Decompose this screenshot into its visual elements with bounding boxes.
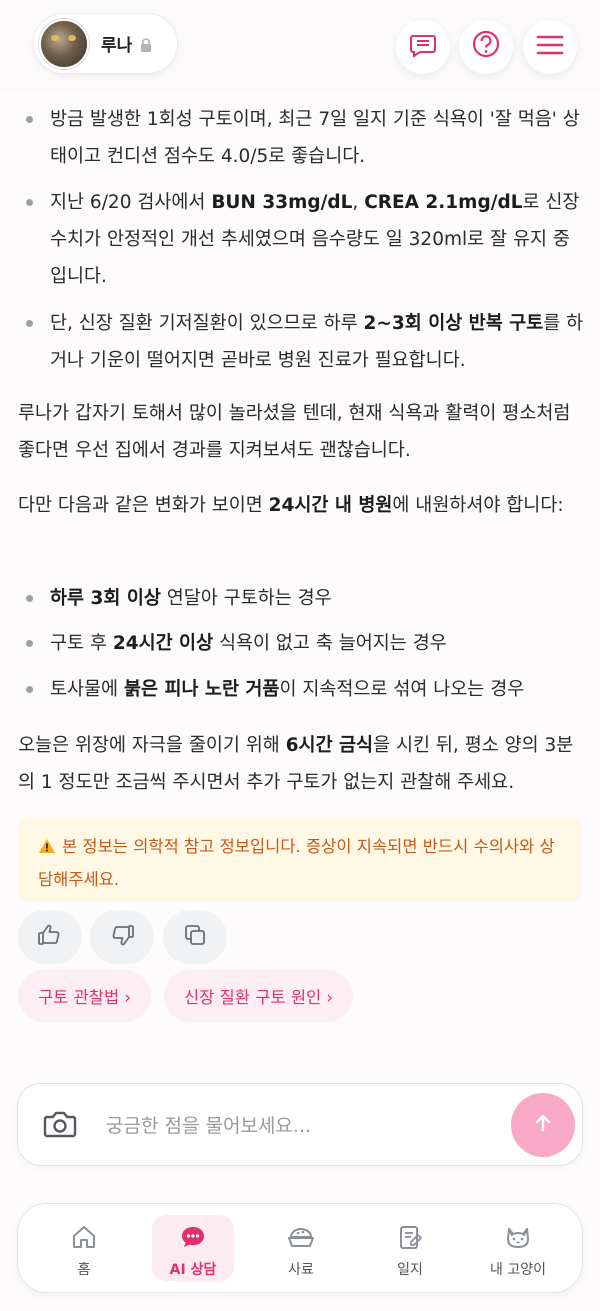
nav-ai-chat[interactable]: AI 상담 xyxy=(152,1215,234,1281)
arrow-up-icon xyxy=(532,1112,554,1138)
help-button[interactable] xyxy=(459,20,513,74)
nav-label: 사료 xyxy=(288,1262,314,1278)
thumbs-down-icon xyxy=(109,923,135,951)
medical-disclaimer: 본 정보는 의학적 참고 정보입니다. 증상이 지속되면 반드시 수의사와 상담… xyxy=(18,817,582,902)
chat-list-icon xyxy=(408,30,438,64)
menu-button[interactable] xyxy=(523,20,577,74)
avatar xyxy=(39,18,89,69)
warning-icon xyxy=(38,833,56,864)
nav-label: 일지 xyxy=(397,1262,423,1278)
nav-food[interactable]: 사료 xyxy=(260,1215,342,1281)
chat-input[interactable] xyxy=(106,1106,486,1146)
nav-label: AI 상담 xyxy=(169,1262,217,1278)
list-item: 방금 발생한 1회성 구토이며, 최근 7일 일지 기준 식욕이 '잘 먹음' … xyxy=(26,101,585,175)
copy-icon xyxy=(183,923,207,951)
list-item: 지난 6/20 검사에서 BUN 33mg/dL, CREA 2.1mg/dL로… xyxy=(26,184,585,295)
disclaimer-text: 본 정보는 의학적 참고 정보입니다. 증상이 지속되면 반드시 수의사와 상담… xyxy=(38,837,555,889)
menu-icon xyxy=(536,33,564,61)
top-bar: 루나 xyxy=(0,0,600,92)
nav-home[interactable]: 홈 xyxy=(43,1215,125,1281)
send-button[interactable] xyxy=(511,1093,575,1157)
suggestion-chip[interactable]: 구토 관찰법 › xyxy=(18,970,151,1022)
lock-icon xyxy=(140,37,152,52)
nav-label: 내 고양이 xyxy=(490,1262,546,1278)
message-paragraph: 다만 다음과 같은 변화가 보이면 24시간 내 병원에 내원하셔야 합니다: xyxy=(18,495,564,516)
thumbs-down-button[interactable] xyxy=(90,910,154,964)
thumbs-up-button[interactable] xyxy=(18,910,82,964)
bottom-navigation: 홈 AI 상담 사료 일지 내 고양이 xyxy=(17,1203,583,1293)
journal-icon xyxy=(396,1223,424,1255)
camera-icon[interactable] xyxy=(43,1109,77,1143)
list-item: 토사물에 붉은 피나 노란 거품이 지속적으로 섞여 나오는 경우 xyxy=(26,671,585,708)
suggestion-chip[interactable]: 신장 질환 구토 원인 › xyxy=(164,970,354,1022)
chat-input-bar xyxy=(17,1083,583,1166)
nav-journal[interactable]: 일지 xyxy=(369,1215,451,1281)
list-item: 단, 신장 질환 기저질환이 있으므로 하루 2~3회 이상 반복 구토를 하거… xyxy=(26,305,585,379)
help-icon xyxy=(470,29,502,65)
chat-list-button[interactable] xyxy=(396,20,450,74)
cat-icon xyxy=(503,1223,533,1255)
pet-name: 루나 xyxy=(101,36,133,56)
home-icon xyxy=(70,1223,98,1255)
message-paragraph: 루나가 갑자기 토해서 많이 놀라셨을 텐데, 현재 식욕과 활력이 평소처럼 … xyxy=(18,403,571,461)
thumbs-up-icon xyxy=(37,923,63,951)
message-paragraph: 오늘은 위장에 자극을 줄이기 위해 6시간 금식을 시킨 뒤, 평소 양의 3… xyxy=(18,735,574,793)
chat-bubble-icon xyxy=(179,1223,207,1255)
list-item: 하루 3회 이상 연달아 구토하는 경우 xyxy=(26,580,585,617)
pet-selector[interactable]: 루나 xyxy=(33,13,178,74)
food-bowl-icon xyxy=(286,1223,316,1255)
list-item: 구토 후 24시간 이상 식욕이 없고 축 늘어지는 경우 xyxy=(26,625,585,662)
copy-button[interactable] xyxy=(163,910,227,964)
nav-label: 홈 xyxy=(77,1262,91,1278)
nav-my-cat[interactable]: 내 고양이 xyxy=(477,1215,559,1281)
